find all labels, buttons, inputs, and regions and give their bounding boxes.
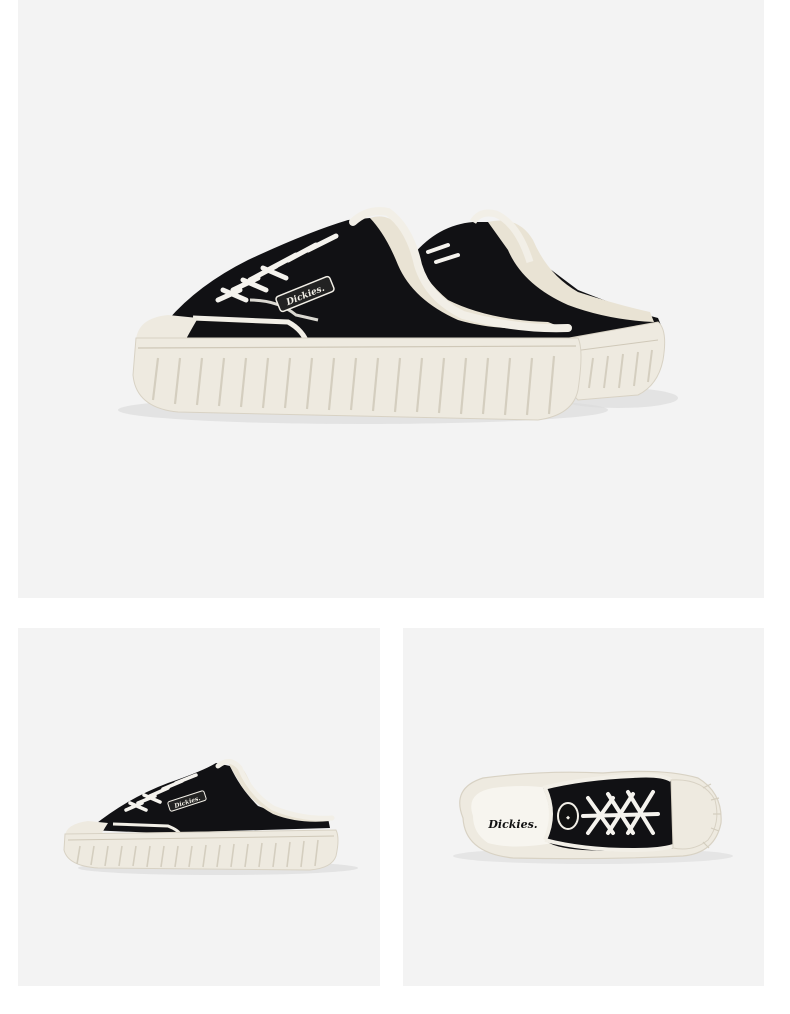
side-view-photo: Dickies. [18, 628, 380, 986]
main-product-photo: Dickies. [18, 0, 764, 598]
shoe-top-image: Dickies. ◆ [453, 770, 733, 864]
shoe-side-image: Dickies. [63, 759, 358, 875]
top-view-photo: Dickies. ◆ [403, 628, 764, 986]
insole-brand-text: Dickies. [487, 818, 537, 831]
svg-text:◆: ◆ [566, 815, 570, 821]
tongue-badge: ◆ [557, 802, 579, 830]
shoe-pair-image: Dickies. [118, 207, 678, 424]
